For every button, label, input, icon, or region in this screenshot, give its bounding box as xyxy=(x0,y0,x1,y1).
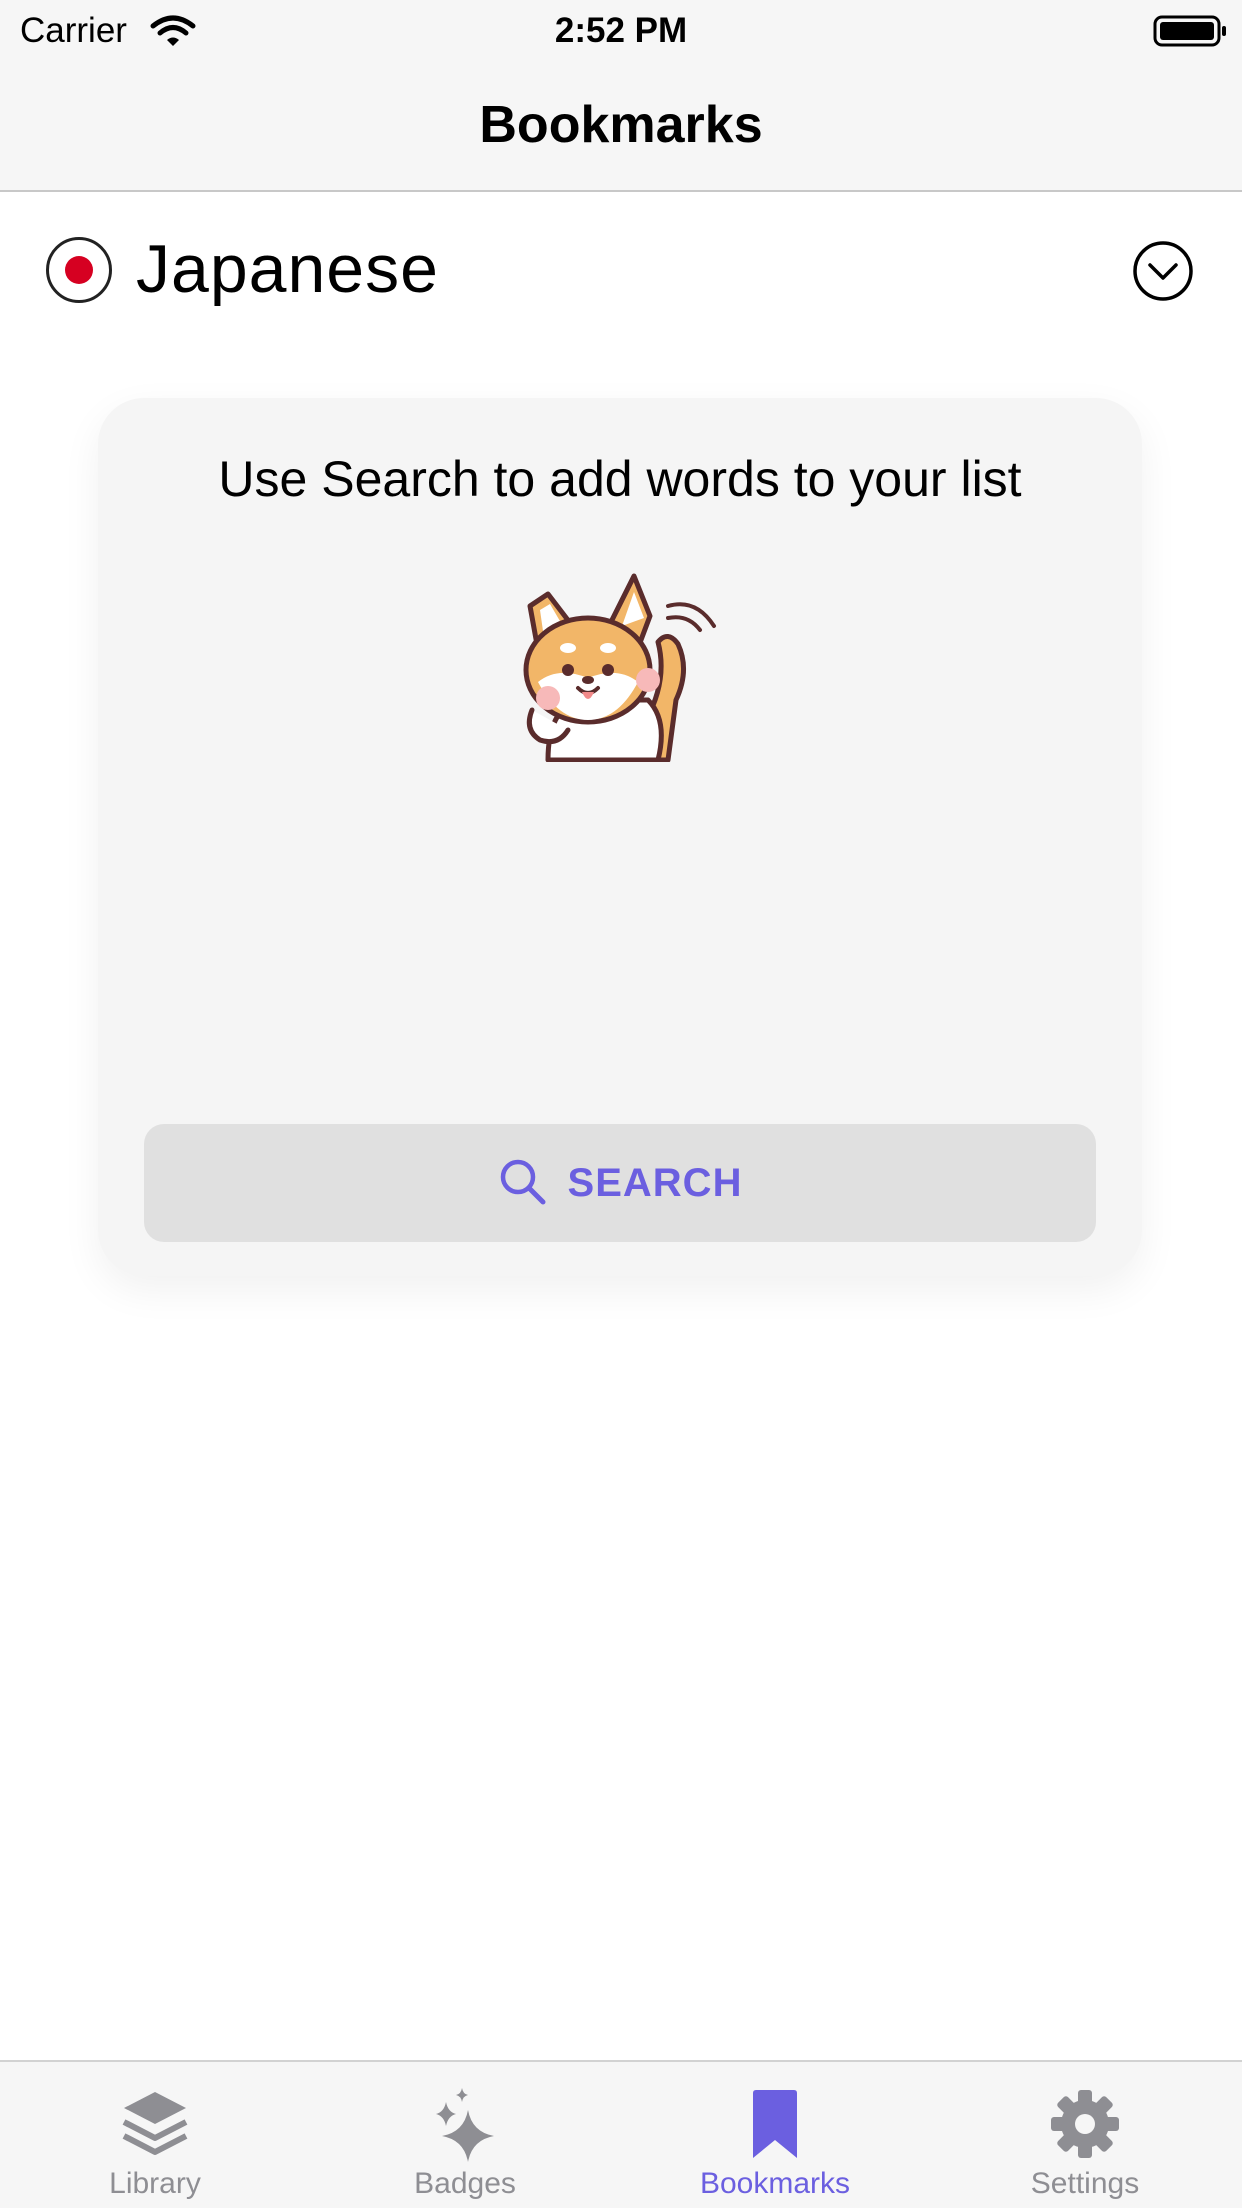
empty-state-message: Use Search to add words to your list xyxy=(218,451,1022,507)
empty-state-card: Use Search to add words to your list SEA… xyxy=(98,398,1142,1276)
status-time: 2:52 PM xyxy=(554,11,688,50)
navigation-bar: Bookmarks xyxy=(0,62,1242,192)
tab-settings[interactable]: Settings xyxy=(930,2062,1240,2210)
bookmark-icon xyxy=(620,2088,930,2165)
language-name: Japanese xyxy=(136,231,439,307)
tab-label-bookmarks: Bookmarks xyxy=(699,2167,851,2200)
gear-icon xyxy=(930,2088,1240,2165)
japan-flag-icon xyxy=(46,237,112,303)
tab-bar: Library Badges Bookmarks Settings xyxy=(0,2060,1242,2208)
tab-library[interactable]: Library xyxy=(0,2062,310,2210)
tab-label-badges: Badges xyxy=(414,2167,516,2200)
tab-label-library: Library xyxy=(109,2167,201,2200)
shiba-mascot-illustration xyxy=(518,570,718,763)
sparkles-icon xyxy=(310,2088,620,2169)
language-selector[interactable]: Japanese xyxy=(0,192,1242,352)
layers-icon xyxy=(0,2088,310,2165)
tab-bookmarks[interactable]: Bookmarks xyxy=(620,2062,930,2210)
chevron-down-icon[interactable] xyxy=(1132,240,1194,302)
flag-sun xyxy=(65,256,93,284)
tab-label-settings: Settings xyxy=(1030,2167,1140,2200)
search-icon xyxy=(498,1157,546,1210)
page-title: Bookmarks xyxy=(479,96,763,154)
tab-badges[interactable]: Badges xyxy=(310,2062,620,2210)
search-button[interactable]: SEARCH xyxy=(144,1124,1096,1242)
status-bar: Carrier 2:52 PM xyxy=(0,0,1242,62)
battery-icon xyxy=(1153,14,1229,53)
search-button-label: SEARCH xyxy=(567,1160,743,1205)
